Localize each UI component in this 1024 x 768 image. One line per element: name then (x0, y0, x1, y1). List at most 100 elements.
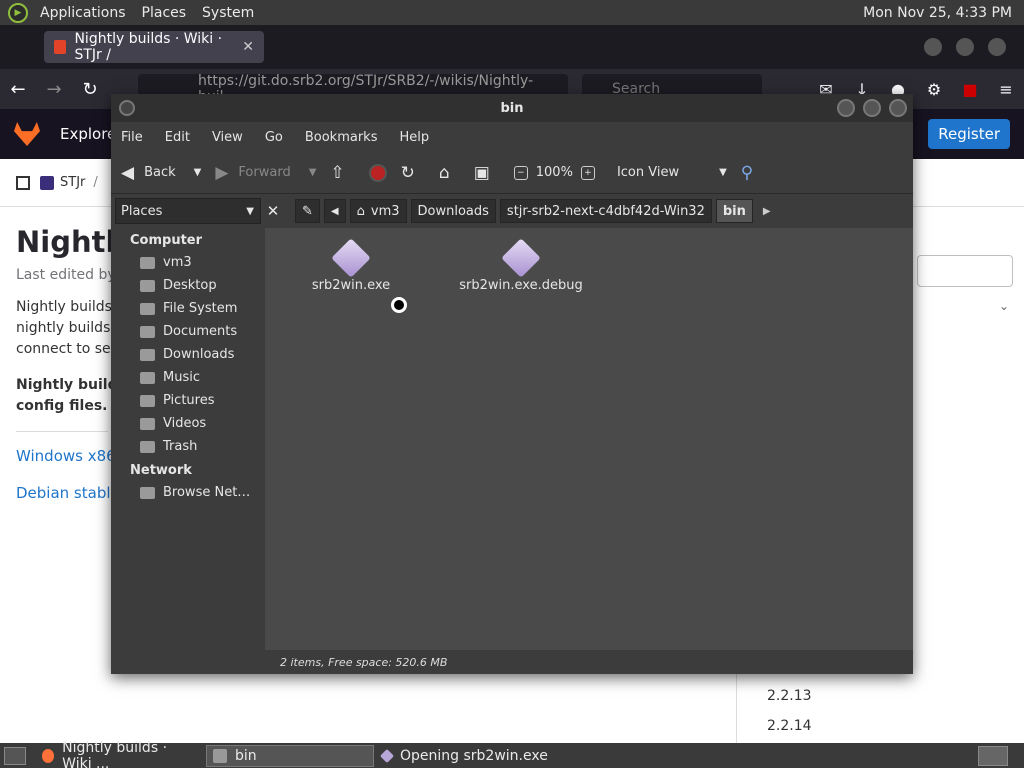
extensions-icon[interactable]: ⚙ (916, 80, 952, 99)
stop-button[interactable] (368, 163, 387, 182)
taskbar-item-firefox[interactable]: Nightly builds · Wiki ... (36, 740, 204, 768)
version-link[interactable]: 2.2.13 (767, 688, 812, 704)
gitlab-logo-icon[interactable] (14, 122, 40, 146)
show-desktop-icon[interactable] (4, 746, 26, 765)
path-scroll-right-icon[interactable]: ▶ (757, 206, 777, 217)
zoom-level: 100% (535, 165, 573, 180)
tab-nightly-builds[interactable]: Nightly builds · Wiki · STJr / ✕ (44, 31, 264, 63)
search-icon: ⚲ (740, 162, 754, 183)
breadcrumb-project[interactable]: STJr (60, 175, 85, 190)
close-icon[interactable] (988, 38, 1006, 56)
sidebar-group-computer: Computer (130, 233, 203, 248)
clock[interactable]: Mon Nov 25, 4:33 PM (863, 5, 1024, 21)
back-history-dropdown-icon[interactable]: ▼ (194, 167, 202, 178)
computer-button[interactable]: ▣ (474, 163, 500, 183)
reload-button[interactable]: ↻ (401, 163, 425, 183)
forward-history-dropdown-icon[interactable]: ▼ (309, 167, 317, 178)
path-button-folder[interactable]: stjr-srb2-next-c4dbf42d-Win32 (499, 199, 712, 223)
menu-bookmarks[interactable]: Bookmarks (305, 130, 378, 145)
taskbar-item-bin[interactable]: bin (206, 744, 374, 767)
forward-arrow-icon[interactable]: → (36, 79, 72, 100)
toolbar: ◀ Back ▼ ▶ Forward ▼ ⇧ ↻ ⌂ ▣ − 100% + Ic… (111, 152, 913, 194)
places-menu[interactable]: Places (134, 5, 195, 21)
up-button[interactable]: ⇧ (330, 163, 354, 183)
sidebar-item-vm3[interactable]: vm3 (111, 251, 265, 274)
close-tab-icon[interactable]: ✕ (242, 39, 254, 55)
sidebar-item-browse-network[interactable]: Browse Net… (111, 481, 265, 504)
sidebar-item-label: Pictures (163, 393, 215, 408)
applications-menu[interactable]: Applications (32, 5, 134, 21)
window-titlebar[interactable]: bin (111, 94, 913, 122)
folder-icon (140, 348, 155, 361)
ublock-icon[interactable]: ■ (952, 80, 988, 99)
minimize-icon[interactable] (924, 38, 942, 56)
zoom-in-icon[interactable]: + (580, 165, 595, 180)
reload-icon: ↻ (400, 162, 415, 183)
edit-location-icon[interactable]: ✎ (295, 199, 320, 223)
sidebar-type-select[interactable]: Places ▼ (115, 198, 261, 224)
search-button[interactable]: ⚲ (741, 163, 763, 183)
zoom-out-icon[interactable]: − (513, 165, 528, 180)
maximize-icon[interactable] (863, 99, 881, 117)
menu-edit[interactable]: Edit (165, 130, 190, 145)
menu-help[interactable]: Help (399, 130, 429, 145)
busy-cursor-icon (391, 297, 407, 313)
forward-button[interactable]: ▶ Forward ▼ (215, 163, 316, 183)
back-button[interactable]: ◀ Back ▼ (121, 163, 201, 183)
menu-go[interactable]: Go (265, 130, 283, 145)
workspace-switcher[interactable] (978, 745, 1008, 766)
sidebar-item-file-system[interactable]: File System (111, 297, 265, 320)
hamburger-menu-icon[interactable]: ≡ (988, 80, 1024, 99)
back-arrow-icon: ◀ (121, 162, 135, 183)
sidebar-toggle-icon[interactable] (16, 175, 30, 190)
status-bar: 2 items, Free space: 520.6 MB (265, 650, 913, 674)
places-sidebar: Computer vm3 Desktop File System Documen… (111, 228, 265, 674)
icon-view[interactable]: srb2win.exe srb2win.exe.debug (265, 228, 913, 650)
menu-file[interactable]: File (121, 130, 143, 145)
view-mode-select[interactable]: Icon View ▼ (617, 165, 727, 180)
sidebar-item-pictures[interactable]: Pictures (111, 389, 265, 412)
sidebar-item-trash[interactable]: Trash (111, 435, 265, 458)
maximize-icon[interactable] (956, 38, 974, 56)
explore-link[interactable]: Explore (60, 125, 116, 143)
path-scroll-left-icon[interactable]: ◀ (323, 199, 346, 223)
minimize-icon[interactable] (837, 99, 855, 117)
close-icon[interactable] (889, 99, 907, 117)
path-bar: ✎ ◀ ⌂ vm3 Downloads stjr-srb2-next-c4dbf4… (295, 199, 777, 223)
path-button-bin[interactable]: bin (715, 199, 753, 223)
sidebar-item-music[interactable]: Music (111, 366, 265, 389)
file-item[interactable]: srb2win.exe.debug (451, 238, 591, 293)
sidebar-item-label: vm3 (163, 255, 192, 270)
path-button-vm3[interactable]: ⌂ vm3 (349, 199, 407, 223)
window-menu-icon[interactable] (119, 100, 135, 116)
version-link[interactable]: 2.2.14 (767, 718, 812, 734)
firefox-icon (42, 748, 55, 763)
register-button[interactable]: Register (928, 119, 1010, 149)
task-label: bin (235, 747, 257, 764)
home-button[interactable]: ⌂ (439, 163, 460, 183)
path-button-downloads[interactable]: Downloads (410, 199, 496, 223)
file-item[interactable]: srb2win.exe (310, 238, 392, 293)
top-panel: ▶ Applications Places System Mon Nov 25,… (0, 0, 1024, 25)
distro-logo-icon[interactable]: ▶ (8, 2, 28, 23)
zoom-control[interactable]: − 100% + (513, 165, 603, 180)
chevron-down-icon[interactable]: ⌄ (999, 299, 1009, 313)
drive-icon (140, 302, 155, 315)
system-menu[interactable]: System (194, 5, 262, 21)
reload-icon[interactable]: ↻ (72, 79, 108, 100)
task-label: Opening srb2win.exe (400, 747, 548, 764)
sidebar-item-videos[interactable]: Videos (111, 412, 265, 435)
back-arrow-icon[interactable]: ← (0, 79, 36, 100)
up-arrow-icon: ⇧ (330, 162, 345, 183)
menu-view[interactable]: View (212, 130, 243, 145)
close-sidebar-icon[interactable]: ✕ (263, 199, 283, 223)
view-mode-label: Icon View (616, 165, 680, 180)
wiki-search-input[interactable] (917, 255, 1013, 287)
sidebar-item-documents[interactable]: Documents (111, 320, 265, 343)
sidebar-item-label: Desktop (163, 278, 217, 293)
executable-file-icon (501, 238, 541, 278)
sidebar-item-downloads[interactable]: Downloads (111, 343, 265, 366)
sidebar-item-desktop[interactable]: Desktop (111, 274, 265, 297)
taskbar-item-opening[interactable]: Opening srb2win.exe (376, 745, 576, 767)
tab-strip: Nightly builds · Wiki · STJr / ✕ (0, 25, 1024, 69)
